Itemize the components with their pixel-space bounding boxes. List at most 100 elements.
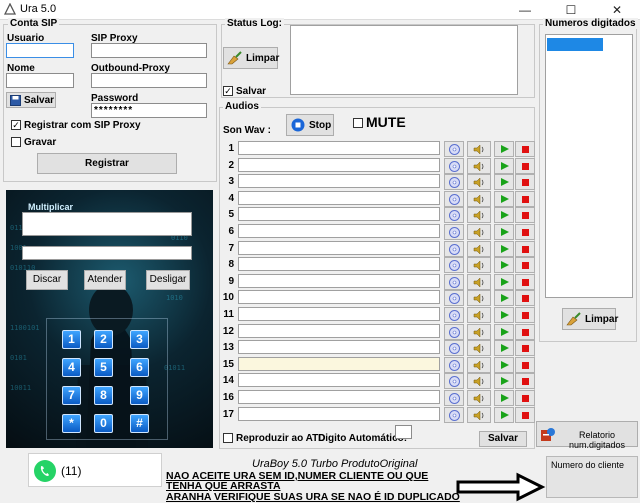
- maximize-button[interactable]: ☐: [548, 0, 594, 20]
- close-button[interactable]: ✕: [594, 0, 640, 20]
- status-log-textarea[interactable]: [290, 25, 518, 95]
- browse-button[interactable]: [444, 224, 464, 240]
- limpar-numeros-button[interactable]: Limpar: [562, 308, 618, 330]
- audio-file-input[interactable]: [238, 141, 440, 155]
- volume-button[interactable]: [467, 190, 491, 207]
- numeros-digitados-list[interactable]: [545, 34, 633, 298]
- stop-audio-button[interactable]: [515, 273, 535, 290]
- volume-button[interactable]: [467, 141, 491, 157]
- audio-file-input[interactable]: [238, 190, 440, 205]
- volume-button[interactable]: [467, 307, 491, 323]
- stop-audio-button[interactable]: [515, 390, 535, 406]
- browse-button[interactable]: [444, 323, 464, 340]
- audio-file-input[interactable]: [238, 240, 440, 255]
- stop-audio-button[interactable]: [515, 356, 535, 373]
- volume-button[interactable]: [467, 174, 491, 191]
- stop-audio-button[interactable]: [515, 207, 535, 224]
- keypad-key-7[interactable]: 7: [62, 386, 81, 405]
- audio-file-input[interactable]: [238, 356, 440, 371]
- play-button[interactable]: [494, 356, 514, 373]
- browse-button[interactable]: [444, 157, 464, 174]
- stop-audio-button[interactable]: [515, 174, 535, 191]
- audio-file-input[interactable]: [238, 307, 440, 321]
- sip-proxy-input[interactable]: [91, 43, 207, 58]
- volume-button[interactable]: [467, 207, 491, 224]
- registrar-sip-checkbox[interactable]: ✓: [11, 120, 21, 130]
- stop-audio-button[interactable]: [515, 307, 535, 323]
- browse-button[interactable]: [444, 174, 464, 191]
- browse-button[interactable]: [444, 340, 464, 357]
- audio-file-input[interactable]: [238, 323, 440, 338]
- audio-file-input[interactable]: [238, 207, 440, 222]
- browse-button[interactable]: [444, 141, 464, 157]
- keypad-key-8[interactable]: 8: [94, 386, 113, 405]
- browse-button[interactable]: [444, 273, 464, 290]
- volume-button[interactable]: [467, 257, 491, 274]
- browse-button[interactable]: [444, 373, 464, 390]
- browse-button[interactable]: [444, 207, 464, 224]
- atender-button[interactable]: Atender: [84, 270, 126, 290]
- minimize-button[interactable]: —: [502, 0, 548, 20]
- gravar-checkbox[interactable]: [11, 137, 21, 147]
- play-button[interactable]: [494, 323, 514, 340]
- stop-audio-button[interactable]: [515, 340, 535, 357]
- play-button[interactable]: [494, 174, 514, 191]
- audio-file-input[interactable]: [238, 373, 440, 388]
- browse-button[interactable]: [444, 290, 464, 307]
- play-button[interactable]: [494, 190, 514, 207]
- keypad-key-4[interactable]: 4: [62, 358, 81, 377]
- play-button[interactable]: [494, 373, 514, 390]
- browse-button[interactable]: [444, 406, 464, 423]
- keypad-key-9[interactable]: 9: [130, 386, 149, 405]
- browse-button[interactable]: [444, 257, 464, 274]
- browse-button[interactable]: [444, 390, 464, 406]
- audio-file-input[interactable]: [238, 224, 440, 238]
- stop-audio-button[interactable]: [515, 290, 535, 307]
- volume-button[interactable]: [467, 290, 491, 307]
- volume-button[interactable]: [467, 157, 491, 174]
- play-button[interactable]: [494, 406, 514, 423]
- reproduzir-checkbox[interactable]: [223, 433, 233, 443]
- dial-number-input[interactable]: [22, 212, 192, 236]
- nome-input[interactable]: [6, 73, 74, 88]
- salvar-sip-button[interactable]: Salvar: [6, 92, 56, 108]
- audio-file-input[interactable]: [238, 390, 440, 404]
- audio-file-input[interactable]: [238, 157, 440, 172]
- desligar-button[interactable]: Desligar: [146, 270, 190, 290]
- stop-audio-button[interactable]: [515, 157, 535, 174]
- play-button[interactable]: [494, 257, 514, 274]
- stop-audio-button[interactable]: [515, 257, 535, 274]
- volume-button[interactable]: [467, 390, 491, 406]
- stop-audio-button[interactable]: [515, 190, 535, 207]
- discar-button[interactable]: Discar: [26, 270, 68, 290]
- browse-button[interactable]: [444, 190, 464, 207]
- digito-automatico-input[interactable]: [395, 425, 412, 439]
- audio-file-input[interactable]: [238, 406, 440, 421]
- play-button[interactable]: [494, 390, 514, 406]
- volume-button[interactable]: [467, 406, 491, 423]
- play-button[interactable]: [494, 273, 514, 290]
- stop-audio-button[interactable]: [515, 240, 535, 257]
- play-button[interactable]: [494, 307, 514, 323]
- volume-button[interactable]: [467, 224, 491, 240]
- volume-button[interactable]: [467, 240, 491, 257]
- play-button[interactable]: [494, 141, 514, 157]
- play-button[interactable]: [494, 340, 514, 357]
- browse-button[interactable]: [444, 240, 464, 257]
- mute-checkbox[interactable]: [353, 118, 363, 128]
- registrar-button[interactable]: Registrar: [37, 153, 177, 174]
- audio-file-input[interactable]: [238, 273, 440, 288]
- keypad-key-0[interactable]: 0: [94, 414, 113, 433]
- volume-button[interactable]: [467, 323, 491, 340]
- stop-audio-button[interactable]: [515, 141, 535, 157]
- volume-button[interactable]: [467, 340, 491, 357]
- salvar-log-checkbox[interactable]: ✓: [223, 86, 233, 96]
- audio-file-input[interactable]: [238, 174, 440, 189]
- keypad-key-star[interactable]: *: [62, 414, 81, 433]
- keypad-key-5[interactable]: 5: [94, 358, 113, 377]
- stop-audio-button[interactable]: [515, 224, 535, 240]
- dial-status-input[interactable]: [22, 246, 192, 260]
- audio-file-input[interactable]: [238, 290, 440, 305]
- usuario-input[interactable]: [6, 43, 74, 58]
- play-button[interactable]: [494, 224, 514, 240]
